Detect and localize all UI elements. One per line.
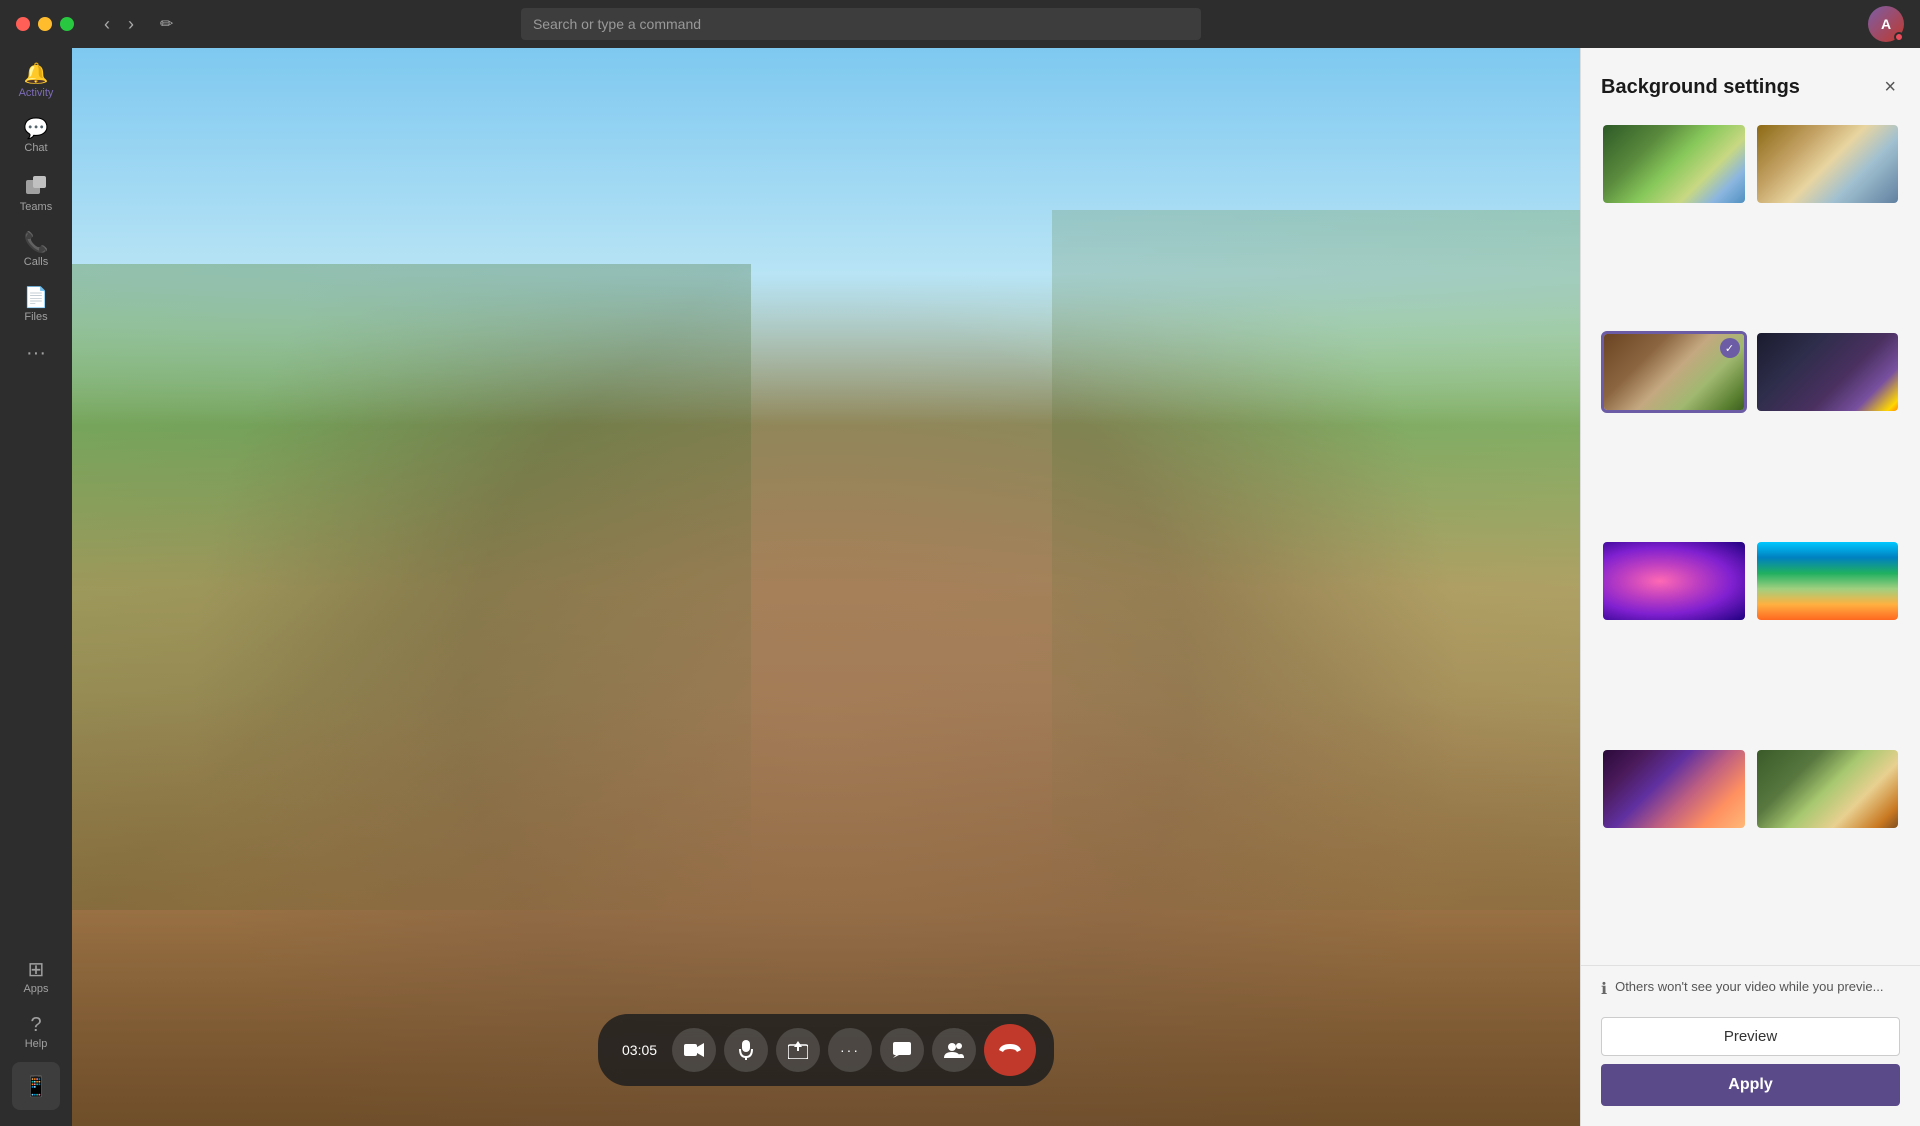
apps-icon: ⊞ bbox=[28, 960, 45, 980]
sidebar: 🔔 Activity 💬 Chat Teams 📞 Calls 📄 Files bbox=[0, 48, 72, 1126]
video-content bbox=[72, 48, 1580, 1126]
selected-checkmark: ✓ bbox=[1720, 338, 1740, 358]
sidebar-item-help[interactable]: ? Help bbox=[0, 1007, 72, 1058]
sidebar-item-label: Help bbox=[25, 1038, 48, 1050]
traffic-lights bbox=[16, 17, 74, 31]
avatar[interactable]: A bbox=[1868, 6, 1904, 42]
thumbnails-grid: ✓ bbox=[1581, 119, 1920, 965]
background-thumbnail-2[interactable] bbox=[1755, 123, 1901, 205]
chat-button[interactable] bbox=[880, 1028, 924, 1072]
titlebar: ‹ › ✏ Search or type a command A bbox=[0, 0, 1920, 48]
help-icon: ? bbox=[30, 1015, 41, 1035]
device-button[interactable]: 📱 bbox=[12, 1062, 60, 1110]
video-area: 03:05 ··· bbox=[72, 48, 1580, 1126]
sidebar-item-chat[interactable]: 💬 Chat bbox=[0, 111, 72, 162]
avatar-status-dot bbox=[1894, 32, 1904, 42]
sidebar-item-label: Files bbox=[24, 311, 47, 323]
forward-button[interactable]: › bbox=[122, 10, 140, 39]
background-thumbnail-5[interactable] bbox=[1601, 540, 1747, 622]
background-thumbnail-3[interactable]: ✓ bbox=[1601, 331, 1747, 413]
sidebar-item-apps[interactable]: ⊞ Apps bbox=[0, 952, 72, 1003]
sidebar-item-activity[interactable]: 🔔 Activity bbox=[0, 56, 72, 107]
thumbnail-image-8 bbox=[1757, 750, 1899, 828]
sidebar-item-teams[interactable]: Teams bbox=[0, 166, 72, 221]
back-button[interactable]: ‹ bbox=[98, 10, 116, 39]
search-placeholder: Search or type a command bbox=[533, 16, 701, 32]
avatar-initials: A bbox=[1881, 16, 1891, 32]
background-thumbnail-1[interactable] bbox=[1601, 123, 1747, 205]
sidebar-item-label: Calls bbox=[24, 256, 48, 268]
background-settings-panel: Background settings × ✓ bbox=[1580, 48, 1920, 1126]
end-call-button[interactable] bbox=[984, 1024, 1036, 1076]
background-thumbnail-4[interactable] bbox=[1755, 331, 1901, 413]
camera-button[interactable] bbox=[672, 1028, 716, 1072]
chat-icon: 💬 bbox=[24, 119, 49, 139]
search-bar[interactable]: Search or type a command bbox=[521, 8, 1201, 40]
call-timer: 03:05 bbox=[614, 1042, 666, 1058]
preview-button[interactable]: Preview bbox=[1601, 1017, 1900, 1056]
minimize-traffic-light[interactable] bbox=[38, 17, 52, 31]
sidebar-item-label: Chat bbox=[24, 142, 47, 154]
teams-icon bbox=[25, 174, 47, 198]
maximize-traffic-light[interactable] bbox=[60, 17, 74, 31]
info-icon: ℹ bbox=[1601, 979, 1607, 1001]
nav-buttons: ‹ › bbox=[98, 10, 140, 39]
files-icon: 📄 bbox=[24, 288, 49, 308]
thumbnail-image-2 bbox=[1757, 125, 1899, 203]
panel-header: Background settings × bbox=[1581, 48, 1920, 119]
apply-button[interactable]: Apply bbox=[1601, 1064, 1900, 1106]
panel-footer: ℹ Others won't see your video while you … bbox=[1581, 965, 1920, 1126]
sidebar-bottom: ⊞ Apps ? Help 📱 bbox=[0, 952, 72, 1118]
sidebar-item-calls[interactable]: 📞 Calls bbox=[0, 225, 72, 276]
info-text-area: ℹ Others won't see your video while you … bbox=[1601, 978, 1900, 1001]
thumbnail-image-1 bbox=[1603, 125, 1745, 203]
thumbnail-image-6 bbox=[1757, 542, 1899, 620]
close-panel-button[interactable]: × bbox=[1880, 72, 1900, 103]
panel-title: Background settings bbox=[1601, 76, 1800, 99]
device-icon: 📱 bbox=[24, 1074, 49, 1099]
more-options-button[interactable]: ··· bbox=[828, 1028, 872, 1072]
participants-button[interactable] bbox=[932, 1028, 976, 1072]
sidebar-item-label: Apps bbox=[23, 983, 48, 995]
thumbnail-image-7 bbox=[1603, 750, 1745, 828]
more-dots: ··· bbox=[840, 1042, 860, 1058]
info-message: Others won't see your video while you pr… bbox=[1615, 978, 1883, 996]
background-thumbnail-6[interactable] bbox=[1755, 540, 1901, 622]
main-layout: 🔔 Activity 💬 Chat Teams 📞 Calls 📄 Files bbox=[0, 48, 1920, 1126]
calls-icon: 📞 bbox=[24, 233, 49, 253]
activity-icon: 🔔 bbox=[24, 64, 49, 84]
close-traffic-light[interactable] bbox=[16, 17, 30, 31]
compose-button[interactable]: ✏ bbox=[152, 10, 181, 38]
mic-button[interactable] bbox=[724, 1028, 768, 1072]
share-screen-button[interactable] bbox=[776, 1028, 820, 1072]
sidebar-item-files[interactable]: 📄 Files bbox=[0, 280, 72, 331]
background-thumbnail-7[interactable] bbox=[1601, 748, 1747, 830]
thumbnail-image-4 bbox=[1757, 333, 1899, 411]
sidebar-item-more[interactable]: ··· bbox=[0, 335, 72, 371]
call-controls: 03:05 ··· bbox=[598, 1014, 1054, 1086]
background-thumbnail-8[interactable] bbox=[1755, 748, 1901, 830]
more-icon: ··· bbox=[26, 343, 46, 363]
sidebar-item-label: Teams bbox=[20, 201, 52, 213]
sidebar-item-label: Activity bbox=[19, 87, 54, 99]
thumbnail-image-5 bbox=[1603, 542, 1745, 620]
